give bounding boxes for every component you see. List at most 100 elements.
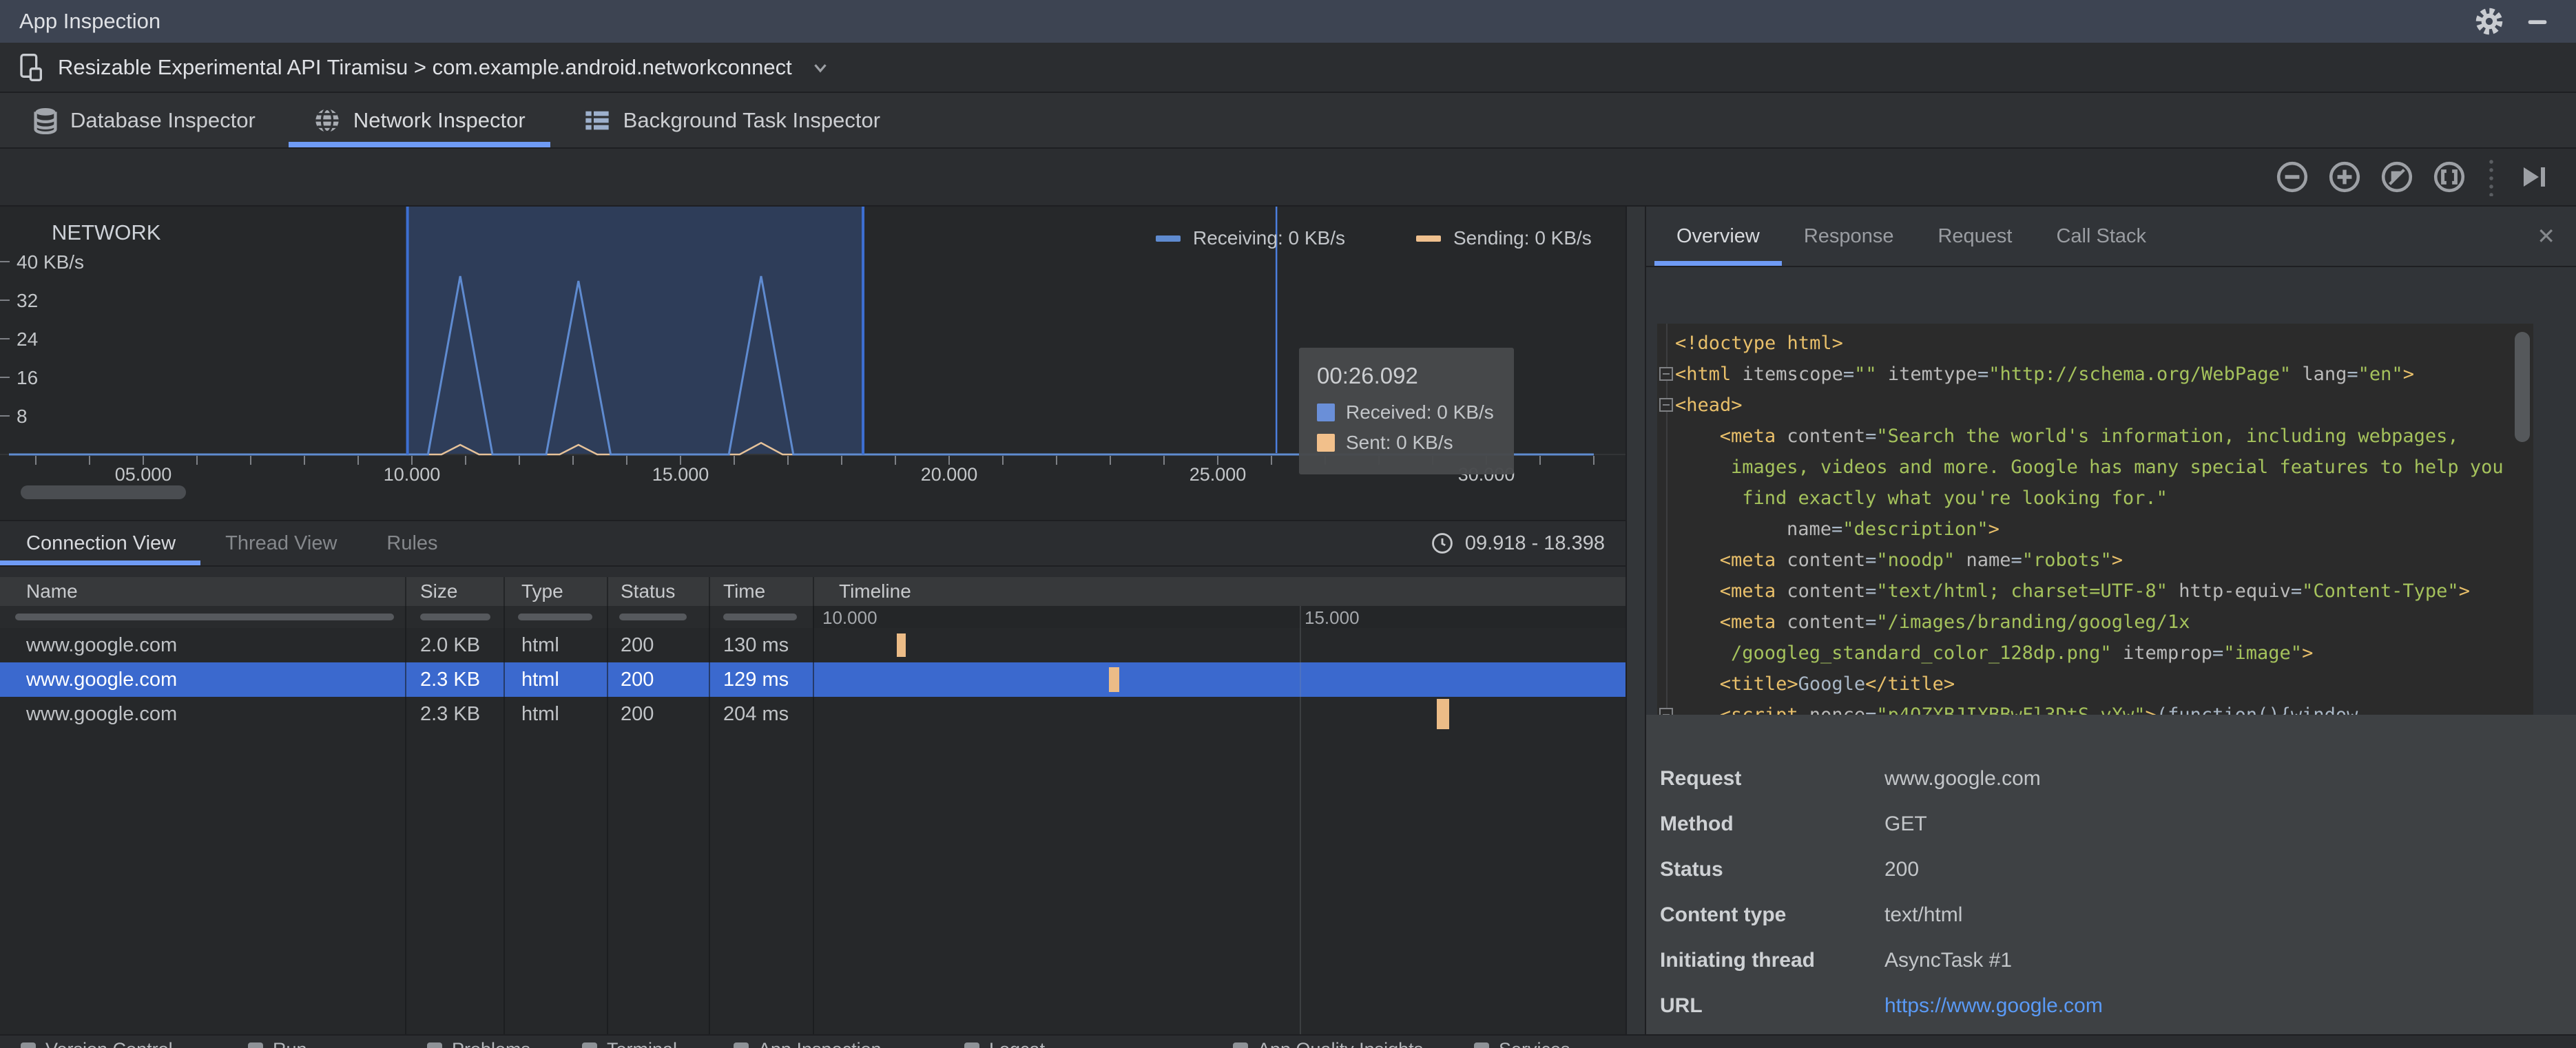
tab-request[interactable]: Request (1915, 207, 2034, 266)
cell-type: html (521, 633, 559, 656)
timeline-marker (896, 633, 906, 657)
jump-to-live-icon[interactable] (2514, 158, 2553, 196)
column-header-time[interactable]: Time (709, 580, 813, 602)
tab-background-task-inspector[interactable]: Background Task Inspector (554, 93, 909, 147)
request-summary: Request www.google.com Method GET Status… (1646, 715, 2576, 1034)
chevron-down-icon (813, 63, 827, 72)
tab-connection-view[interactable]: Connection View (0, 521, 201, 565)
column-header-size[interactable]: Size (405, 580, 503, 602)
response-payload-viewer[interactable]: <!doctype html> <html itemscope="" itemty… (1657, 324, 2533, 715)
field-value: www.google.com (1884, 767, 2041, 790)
tool-window-bar: Version Control Run Problems Terminal App In… (0, 1034, 2576, 1048)
chart-horizontal-scrollbar[interactable] (21, 485, 186, 499)
column-separator[interactable] (405, 577, 406, 1034)
tooltip-time: 00:26.092 (1317, 363, 1418, 388)
tab-rules[interactable]: Rules (362, 521, 462, 565)
toolwindow-button-terminal[interactable]: Terminal (582, 1039, 677, 1048)
toolwindow-label: Version Control (45, 1039, 173, 1048)
toolwindow-label: App Inspection (758, 1039, 882, 1048)
column-header-status[interactable]: Status (607, 580, 709, 602)
column-separator[interactable] (813, 577, 814, 1034)
cell-name: www.google.com (26, 633, 178, 656)
toolwindow-label: Logcat (989, 1039, 1045, 1048)
globe-icon (315, 107, 339, 133)
tab-label: Network Inspector (353, 107, 526, 132)
network-traffic-chart[interactable]: 05.000 10.000 15.000 20.000 25.000 30.000 40 K… (0, 207, 1625, 520)
status-column-scrollbar[interactable] (619, 614, 687, 620)
column-header-name[interactable]: Name (0, 580, 405, 602)
size-column-scrollbar[interactable] (420, 614, 490, 620)
column-header-type[interactable]: Type (503, 580, 607, 602)
toolwindow-button-run[interactable]: Run (248, 1039, 307, 1048)
tab-network-inspector[interactable]: Network Inspector (284, 93, 554, 147)
field-value: 200 (1884, 858, 1920, 881)
toolwindow-label: Run (273, 1039, 307, 1048)
column-header-timeline[interactable]: Timeline (813, 577, 1625, 606)
close-icon[interactable]: ✕ (2537, 223, 2555, 249)
timeline-axis: 10.000 15.000 (813, 606, 1625, 628)
legend-sending: Sending: 0 KB/s (1416, 227, 1592, 249)
toolwindow-button-services[interactable]: Services (1474, 1039, 1570, 1048)
type-column-scrollbar[interactable] (518, 614, 592, 620)
tooltip-sent-label: Sent: 0 KB/s (1346, 432, 1453, 453)
code-line: find exactly what you're looking for." (1742, 488, 2168, 509)
time-column-scrollbar[interactable] (723, 614, 797, 620)
cell-type: html (521, 702, 559, 725)
toolwindow-button-app-inspection[interactable]: App Inspection (720, 1036, 898, 1048)
name-column-scrollbar[interactable] (15, 614, 394, 620)
column-separator[interactable] (709, 577, 710, 1034)
tab-thread-view[interactable]: Thread View (200, 521, 362, 565)
toolwindow-icon (1233, 1042, 1248, 1048)
fold-icon[interactable] (1659, 708, 1673, 715)
fold-icon[interactable] (1659, 367, 1673, 381)
tab-call-stack[interactable]: Call Stack (2034, 207, 2168, 266)
zoom-to-selection-icon[interactable] (2430, 158, 2469, 196)
toolwindow-button-logcat[interactable]: Logcat (964, 1039, 1045, 1048)
column-separator[interactable] (503, 577, 505, 1034)
panel-splitter[interactable] (1625, 207, 1646, 1034)
reset-zoom-icon[interactable] (2378, 158, 2416, 196)
toolwindow-icon (248, 1042, 263, 1048)
chart-legend: Receiving: 0 KB/s Sending: 0 KB/s (0, 227, 1625, 255)
code-line: <!doctype html> (1675, 333, 1843, 354)
code-line: <script nonce="p4QZXBJIXBBwFl3DtS-vXw">(… (1675, 700, 2506, 715)
toolwindow-button-app-quality-insights[interactable]: App Quality Insights (1233, 1039, 1423, 1048)
tooltip-received-label: Received: 0 KB/s (1346, 401, 1494, 423)
timeline-marker (1436, 699, 1449, 729)
minimize-icon[interactable] (2518, 2, 2557, 41)
field-label: Method (1660, 813, 1734, 835)
cell-timeline (813, 697, 1625, 731)
url-link[interactable]: https://www.google.com (1884, 994, 2103, 1018)
fold-icon[interactable] (1659, 398, 1673, 412)
settings-gear-icon[interactable] (2470, 2, 2509, 41)
tab-database-inspector[interactable]: Database Inspector (33, 93, 284, 147)
toolwindow-label: Problems (452, 1039, 530, 1048)
sent-swatch (1317, 434, 1335, 452)
cell-status: 200 (621, 633, 654, 656)
field-value: AsyncTask #1 (1884, 949, 2013, 972)
code-line: images, videos and more. Google has many… (1731, 457, 2504, 478)
cell-status: 200 (621, 702, 654, 725)
svg-text:32: 32 (17, 290, 38, 311)
main-area: 05.000 10.000 15.000 20.000 25.000 30.000 40 K… (0, 207, 2576, 1034)
toolwindow-button-version-control[interactable]: Version Control (21, 1039, 173, 1048)
tab-overview[interactable]: Overview (1654, 207, 1782, 266)
column-separator[interactable] (607, 577, 608, 1034)
field-method: Method GET (1646, 801, 2576, 847)
toolwindow-button-problems[interactable]: Problems (427, 1039, 530, 1048)
timeline-tick-15: 15.000 (1305, 607, 1360, 628)
cell-name: www.google.com (26, 702, 178, 725)
code-scrollbar[interactable] (2515, 332, 2530, 442)
toolwindow-label: Terminal (607, 1039, 677, 1048)
tab-response[interactable]: Response (1782, 207, 1916, 266)
clock-icon (1431, 533, 1453, 554)
process-selector-bar[interactable]: Resizable Experimental API Tiramisu > co… (0, 43, 2576, 93)
table-gap (0, 567, 1625, 577)
selected-time-range: 09.918 - 18.398 (1431, 521, 1605, 565)
tab-label: Database Inspector (70, 107, 256, 132)
legend-receiving: Receiving: 0 KB/s (1156, 227, 1345, 249)
zoom-out-icon[interactable] (2273, 158, 2312, 196)
cell-status: 200 (621, 668, 654, 691)
zoom-in-icon[interactable] (2325, 158, 2364, 196)
connection-view-tab-bar: Connection View Thread View Rules 09.918… (0, 520, 1625, 567)
